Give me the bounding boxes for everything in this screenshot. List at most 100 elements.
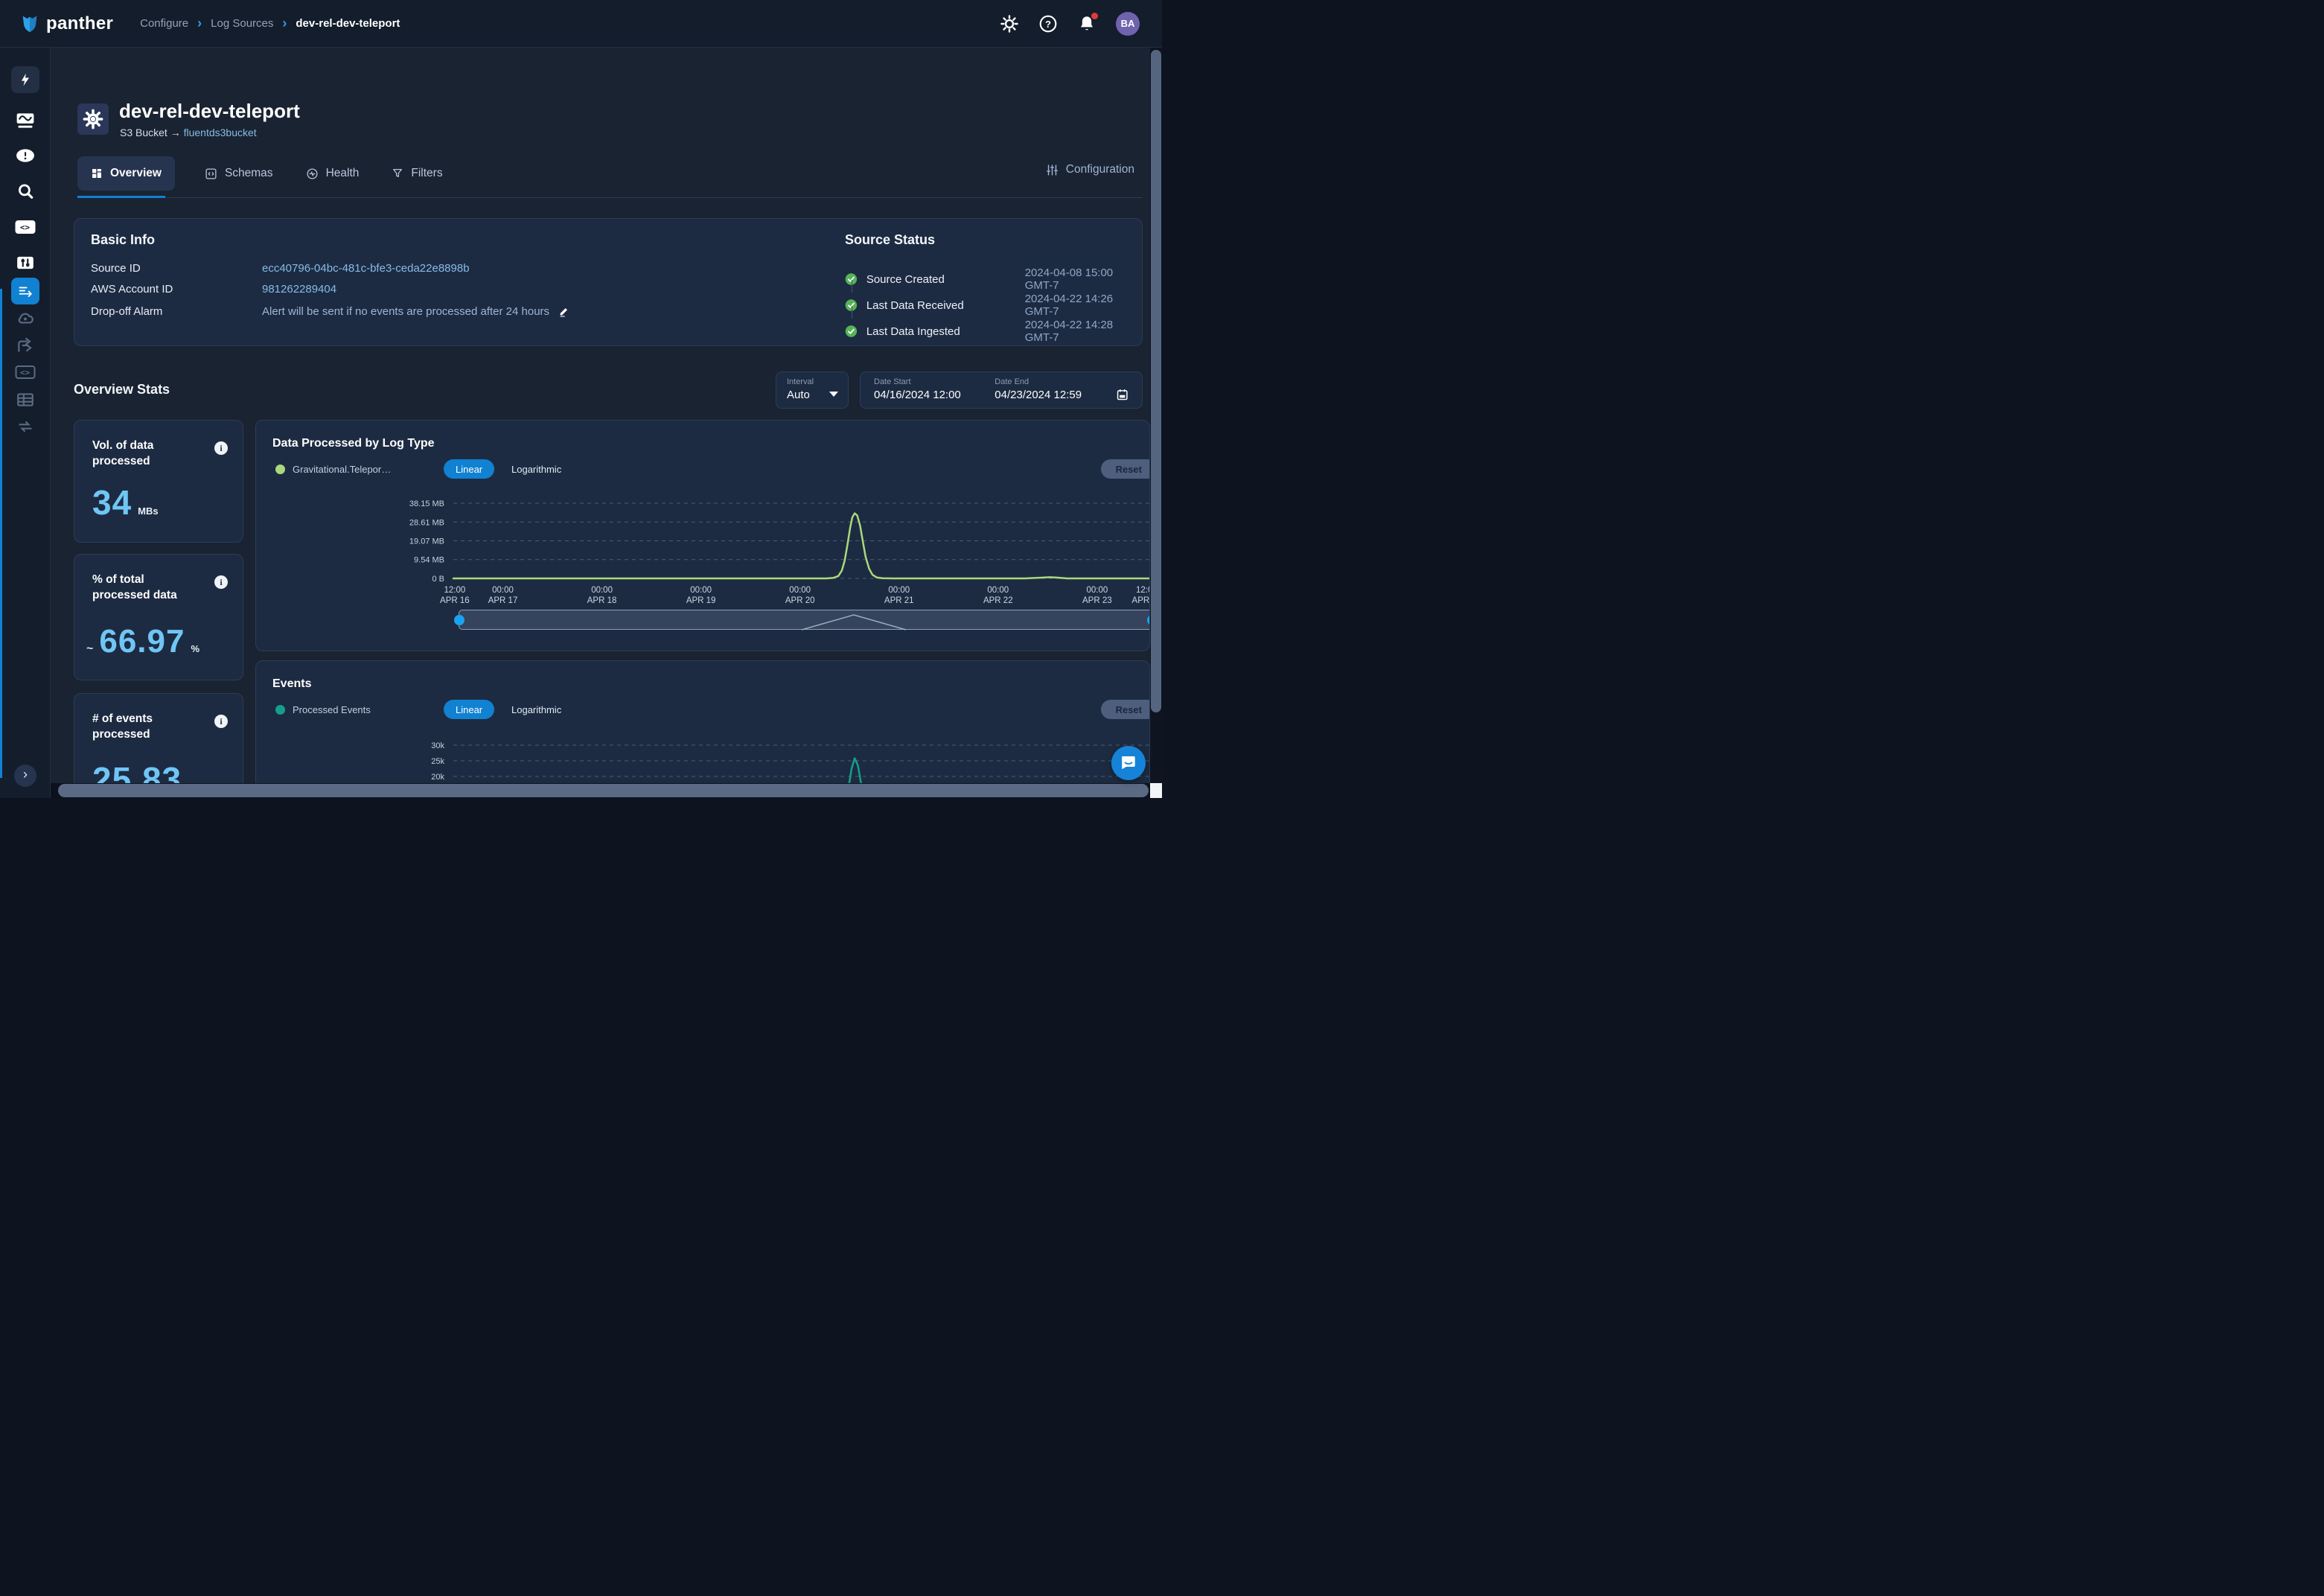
approx-tilde: ~ <box>86 642 93 656</box>
topbar-actions: ? BA <box>1000 12 1162 36</box>
notification-badge <box>1091 13 1098 19</box>
svg-text:00:00APR 21: 00:00APR 21 <box>884 586 914 605</box>
horizontal-scrollbar[interactable] <box>51 783 1150 798</box>
settings-gear-icon[interactable] <box>1000 14 1019 33</box>
aws-account-row: AWS Account ID 981262289404 <box>91 283 336 296</box>
sidebar-item-data-flow[interactable] <box>16 336 35 355</box>
aws-account-label: AWS Account ID <box>91 283 262 296</box>
code-block-icon: <> <box>15 220 35 234</box>
chat-bubble-icon <box>1120 754 1137 772</box>
teleport-gear-icon <box>83 109 103 130</box>
status-last-ingested: Last Data Ingested 2024-04-22 14:28 GMT-… <box>845 319 1142 344</box>
interval-dropdown[interactable]: Interval Auto <box>776 371 849 409</box>
stat-value: ~ 66.97 % <box>86 623 199 660</box>
tab-label: Schemas <box>225 167 273 180</box>
vertical-scrollbar[interactable] <box>1150 48 1162 798</box>
sidebar-item-code-outline[interactable]: <> <box>15 366 35 379</box>
log-sources-icon <box>11 278 39 304</box>
configuration-button[interactable]: Configuration <box>1046 163 1134 176</box>
breadcrumb-current: dev-rel-dev-teleport <box>296 17 400 30</box>
status-label: Last Data Received <box>866 299 1025 312</box>
date-range-picker[interactable]: Date Start 04/16/2024 12:00 Date End 04/… <box>860 371 1143 409</box>
stat-card-volume: Vol. of data processed i 34 MBs <box>74 420 243 543</box>
status-last-received: Last Data Received 2024-04-22 14:26 GMT-… <box>845 293 1142 318</box>
sidebar-item-tables[interactable] <box>16 390 35 409</box>
bucket-link[interactable]: fluentds3bucket <box>184 127 257 138</box>
svg-text:12:00APR 23: 12:00APR 23 <box>1132 586 1150 605</box>
sidebar-item-log-sources[interactable] <box>11 278 39 304</box>
tab-label: Filters <box>411 167 442 180</box>
breadcrumb: Configure › Log Sources › dev-rel-dev-te… <box>140 16 400 31</box>
tab-filters[interactable]: Filters <box>389 156 445 191</box>
svg-text:0 B: 0 B <box>432 575 444 584</box>
tab-health[interactable]: Health <box>303 156 363 191</box>
tab-overview[interactable]: Overview <box>77 156 175 191</box>
sidebar-item-lightning[interactable] <box>11 66 39 93</box>
sidebar-item-monitor[interactable] <box>16 110 35 130</box>
calendar-icon[interactable] <box>1116 387 1129 402</box>
dropoff-alarm-row: Drop-off Alarm Alert will be sent if no … <box>91 305 570 318</box>
edit-pencil-icon[interactable] <box>558 305 570 317</box>
user-avatar[interactable]: BA <box>1116 12 1140 36</box>
sidebar-item-cloud-security[interactable] <box>16 309 35 328</box>
sidebar-item-sliders[interactable] <box>16 253 35 272</box>
sidebar-item-alerts[interactable] <box>16 146 35 165</box>
sidebar-active-section-bar <box>0 289 2 778</box>
stat-number: 34 <box>92 482 132 523</box>
chevron-right-icon: › <box>197 16 202 31</box>
events-chart: 30k25k20k15k <box>256 661 1150 798</box>
breadcrumb-configure[interactable]: Configure <box>140 17 188 30</box>
date-end-label: Date End <box>995 377 1115 386</box>
tab-label: Health <box>326 167 360 180</box>
source-id-row: Source ID ecc40796-04bc-481c-bfe3-ceda22… <box>91 262 470 275</box>
svg-text:00:00APR 23: 00:00APR 23 <box>1082 586 1112 605</box>
date-end-field[interactable]: Date End 04/23/2024 12:59 <box>995 377 1115 403</box>
panther-app: panther Configure › Log Sources › dev-re… <box>0 0 1162 798</box>
date-start-field[interactable]: Date Start 04/16/2024 12:00 <box>874 377 995 403</box>
basic-info-panel: Basic Info Source ID ecc40796-04bc-481c-… <box>74 218 1143 346</box>
aws-account-value[interactable]: 981262289404 <box>262 283 336 296</box>
monitor-pulse-icon <box>16 110 35 130</box>
horizontal-scrollbar-thumb[interactable] <box>58 784 1149 797</box>
dropoff-alarm-label: Drop-off Alarm <box>91 305 262 318</box>
panther-icon <box>19 13 40 34</box>
transfer-loop-icon <box>16 417 35 436</box>
stat-title: Vol. of data processed <box>92 438 204 470</box>
page-title: dev-rel-dev-teleport <box>119 100 300 123</box>
breadcrumb-log-sources[interactable]: Log Sources <box>211 17 273 30</box>
tab-label: Overview <box>110 167 162 180</box>
svg-text:28.61 MB: 28.61 MB <box>409 518 444 527</box>
sidebar-expand-button[interactable]: › <box>14 765 36 787</box>
svg-text:12:00APR 16: 12:00APR 16 <box>440 586 470 605</box>
sidebar-item-data-transfer[interactable] <box>16 417 35 436</box>
vertical-scrollbar-thumb[interactable] <box>1151 50 1161 712</box>
svg-text:19.07 MB: 19.07 MB <box>409 537 444 546</box>
panther-logo[interactable]: panther <box>19 13 113 34</box>
alert-oval-icon <box>16 146 35 165</box>
help-icon[interactable]: ? <box>1038 14 1058 33</box>
sidebar-item-code[interactable]: <> <box>15 220 35 234</box>
svg-text:00:00APR 19: 00:00APR 19 <box>686 586 716 605</box>
tab-schemas[interactable]: Schemas <box>202 156 276 191</box>
overview-stats-title: Overview Stats <box>74 382 170 398</box>
svg-text:00:00APR 18: 00:00APR 18 <box>587 586 617 605</box>
chat-support-button[interactable] <box>1111 746 1146 780</box>
info-icon[interactable]: i <box>214 441 228 455</box>
source-type: S3 Bucket <box>120 127 167 138</box>
info-icon[interactable]: i <box>214 575 228 589</box>
stat-unit: % <box>191 643 199 654</box>
brush-handle-left[interactable] <box>454 615 465 625</box>
notifications-bell-icon[interactable] <box>1077 14 1096 33</box>
flow-split-icon <box>16 336 35 355</box>
status-value: 2024-04-22 14:28 GMT-7 <box>1025 319 1142 344</box>
health-pulse-icon <box>306 167 319 180</box>
time-range-brush[interactable] <box>459 610 1150 630</box>
sidebar-item-search[interactable] <box>16 182 35 201</box>
brand-name: panther <box>46 13 113 34</box>
info-icon[interactable]: i <box>214 715 228 728</box>
source-logo <box>77 103 109 135</box>
source-id-value[interactable]: ecc40796-04bc-481c-bfe3-ceda22e8898b <box>262 262 470 275</box>
configuration-sliders-icon <box>1046 164 1059 176</box>
stat-title: % of total processed data <box>92 572 204 604</box>
funnel-icon <box>392 167 403 179</box>
